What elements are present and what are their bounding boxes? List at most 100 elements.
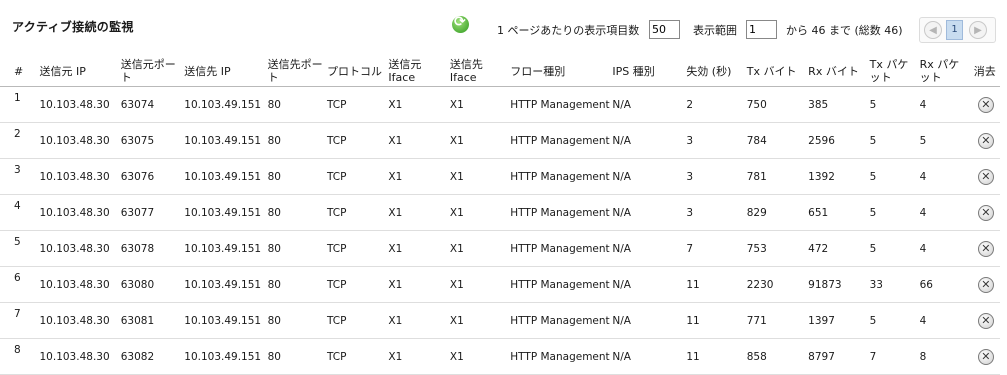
delete-icon[interactable]: ✕ [977,348,994,365]
column-header[interactable]: 送信先 IP [182,56,266,87]
table-cell: 66 [917,266,972,303]
table-cell: 858 [744,338,807,375]
table-cell: 63080 [118,266,183,303]
table-cell: 10.103.49.151 [182,158,266,195]
table-cell: 10.103.48.30 [37,266,119,303]
column-header[interactable]: 送信元 Iface [386,56,448,87]
table-cell: 10.103.49.151 [182,302,266,339]
table-cell: X1 [386,158,448,195]
table-cell: 10.103.49.151 [182,230,266,267]
table-cell: 4 [917,158,972,195]
table-cell: 80 [265,338,325,375]
table-cell: 385 [806,86,868,123]
range-label: 表示範囲 [693,24,737,37]
column-header[interactable]: Rx バイト [806,56,868,87]
table-cell: 4 [917,302,972,339]
row-number: 2 [0,122,38,159]
row-number: 1 [0,86,38,123]
column-header[interactable]: フロー種別 [508,56,611,87]
current-page-button[interactable]: 1 [946,20,963,40]
table-cell: 5 [867,122,918,159]
table-cell: N/A [610,158,685,195]
column-header[interactable]: 送信元ポート [118,56,183,87]
table-cell: HTTP Management [508,86,611,123]
table-cell: X1 [386,122,448,159]
table-cell: N/A [610,338,685,375]
column-header[interactable]: 消去 [971,56,1000,87]
column-header[interactable]: 送信元 IP [37,56,119,87]
table-cell: 10.103.49.151 [182,86,266,123]
row-number: 7 [0,302,38,339]
table-row: 1 10.103.48.30 63074 10.103.49.151 80 TCP X1 X1… [0,86,1000,123]
table-row: 3 10.103.48.30 63076 10.103.49.151 80 TCP X1 X1… [0,158,1000,195]
delete-icon[interactable]: ✕ [977,312,994,329]
table-cell: 80 [265,230,325,267]
table-cell: TCP [324,86,387,123]
previous-page-icon[interactable]: ◀ [924,21,942,39]
table-cell: X1 [447,266,509,303]
table-cell: 2596 [806,122,868,159]
column-header[interactable]: プロトコル [324,56,387,87]
delete-cell: ✕ [971,158,1000,195]
table-cell: 784 [744,122,807,159]
items-per-page-input[interactable] [649,20,680,39]
column-header[interactable]: IPS 種別 [610,56,685,87]
table-cell: 63081 [118,302,183,339]
table-cell: HTTP Management [508,122,611,159]
table-cell: 1397 [806,302,868,339]
table-cell: X1 [386,194,448,231]
table-cell: N/A [610,230,685,267]
delete-icon[interactable]: ✕ [977,96,994,113]
delete-icon[interactable]: ✕ [977,132,994,149]
table-cell: 10.103.49.151 [182,194,266,231]
table-cell: 10.103.48.30 [37,194,119,231]
items-per-page-label: 1 ページあたりの表示項目数 [497,24,640,37]
table-cell: 10.103.49.151 [182,266,266,303]
table-cell: X1 [386,86,448,123]
delete-cell: ✕ [971,86,1000,123]
table-cell: 63082 [118,338,183,375]
table-cell: 63074 [118,86,183,123]
table-cell: 80 [265,194,325,231]
table-row: 5 10.103.48.30 63078 10.103.49.151 80 TCP X1 X1… [0,230,1000,267]
table-row: 2 10.103.48.30 63075 10.103.49.151 80 TCP X1 X1… [0,122,1000,159]
column-header[interactable]: 送信先 Iface [447,56,509,87]
table-body: 1 10.103.48.30 63074 10.103.49.151 80 TCP X1 X1… [0,86,1000,375]
delete-icon[interactable]: ✕ [977,168,994,185]
column-header[interactable]: # [0,56,38,87]
delete-icon[interactable]: ✕ [977,240,994,257]
toolbar: アクティブ接続の監視 1 ページあたりの表示項目数 表示範囲 から 46 まで … [0,0,1007,56]
range-summary: から 46 まで (総数 46) [786,24,903,37]
column-header[interactable]: Tx パケット [867,56,918,87]
table-cell: 5 [917,122,972,159]
table-cell: N/A [610,266,685,303]
table-cell: X1 [447,86,509,123]
table-cell: 10.103.49.151 [182,338,266,375]
row-number: 4 [0,194,38,231]
table-cell: 10.103.48.30 [37,122,119,159]
table-cell: X1 [386,230,448,267]
table-cell: 11 [684,338,745,375]
table-cell: 10.103.49.151 [182,122,266,159]
table-cell: 651 [806,194,868,231]
table-cell: TCP [324,122,387,159]
table-cell: X1 [447,158,509,195]
delete-icon[interactable]: ✕ [977,204,994,221]
table-cell: 5 [867,230,918,267]
range-start-input[interactable] [746,20,777,39]
delete-icon[interactable]: ✕ [977,276,994,293]
table-cell: HTTP Management [508,230,611,267]
table-cell: 8797 [806,338,868,375]
column-header[interactable]: Rx パケット [917,56,972,87]
column-header[interactable]: 失効 (秒) [684,56,745,87]
delete-cell: ✕ [971,194,1000,231]
refresh-icon[interactable] [452,14,469,33]
table-cell: TCP [324,194,387,231]
table-row: 4 10.103.48.30 63077 10.103.49.151 80 TCP X1 X1… [0,194,1000,231]
next-page-icon[interactable]: ▶ [969,21,987,39]
table-cell: X1 [386,338,448,375]
table-cell: 4 [917,230,972,267]
column-header[interactable]: 送信先ポート [265,56,325,87]
delete-cell: ✕ [971,302,1000,339]
column-header[interactable]: Tx バイト [744,56,807,87]
